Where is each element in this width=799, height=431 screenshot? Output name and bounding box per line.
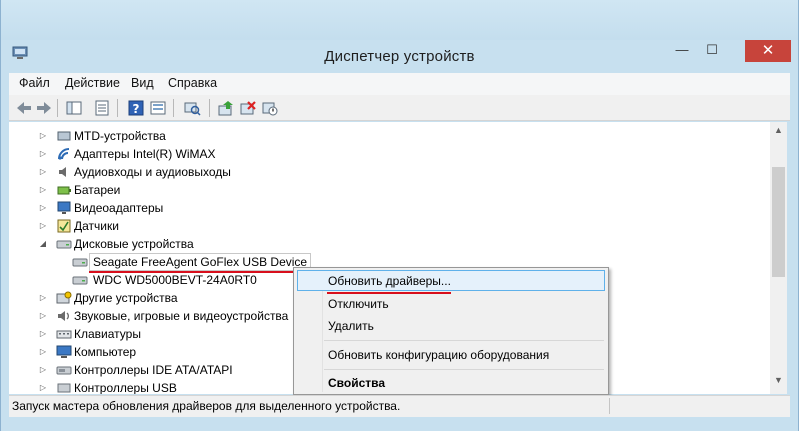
- tree-node-audio-io[interactable]: ▷ Аудиовходы и аудиовыходы: [9, 163, 749, 181]
- expand-arrow-icon[interactable]: ▷: [38, 217, 48, 235]
- context-menu: Обновить драйверы... Отключить Удалить О…: [293, 267, 609, 395]
- tree-node-label: Датчики: [74, 219, 119, 233]
- status-text: Запуск мастера обновления драйверов для …: [12, 399, 401, 413]
- unknown-device-icon: [56, 291, 72, 304]
- scan-hardware-menu-item[interactable]: Обновить конфигурацию оборудования: [328, 348, 549, 362]
- forward-arrow-icon[interactable]: [35, 99, 53, 117]
- expand-arrow-icon[interactable]: ▷: [38, 199, 48, 217]
- tree-node-label: Видеоадаптеры: [74, 201, 164, 215]
- menu-bar: Файл Действие Вид Справка: [9, 73, 790, 95]
- tree-node-label: Батареи: [74, 183, 121, 197]
- status-divider: [609, 398, 610, 414]
- sensor-icon: [57, 219, 71, 233]
- disable-menu-item[interactable]: Отключить: [328, 297, 389, 311]
- expand-arrow-icon[interactable]: ▷: [38, 325, 48, 343]
- tree-node-label: Компьютер: [74, 345, 137, 359]
- tree-node-batteries[interactable]: ▷ Батареи: [9, 181, 749, 199]
- expand-arrow-icon[interactable]: ▷: [38, 163, 48, 181]
- tree-node-label: Звуковые, игровые и видеоустройства: [74, 309, 289, 323]
- speaker-icon: [59, 167, 66, 177]
- scroll-down-icon[interactable]: ▼: [770, 372, 787, 389]
- toolbar-separator: [209, 99, 210, 117]
- expand-arrow-icon[interactable]: ▷: [38, 145, 48, 163]
- minimize-button[interactable]: —: [668, 40, 696, 60]
- properties-menu-item[interactable]: Свойства: [328, 376, 385, 390]
- scroll-up-icon[interactable]: ▲: [770, 122, 787, 139]
- disable-device-icon[interactable]: [261, 99, 279, 117]
- expand-arrow-icon[interactable]: ▷: [38, 181, 48, 199]
- tree-node-label: Аудиовходы и аудиовыходы: [74, 165, 231, 179]
- title-bar: [1, 0, 798, 40]
- back-arrow-icon[interactable]: [15, 99, 33, 117]
- tree-node-display-adapters[interactable]: ▷ Видеоадаптеры: [9, 199, 749, 217]
- console-tree-icon[interactable]: [65, 99, 83, 117]
- vertical-scrollbar[interactable]: ▲ ▼: [770, 122, 787, 394]
- help-icon[interactable]: ?: [127, 99, 145, 117]
- highlight-underline: [327, 292, 451, 294]
- menu-separator: [324, 340, 604, 341]
- uninstall-device-icon[interactable]: [239, 99, 257, 117]
- update-drivers-menu-item[interactable]: Обновить драйверы...: [328, 274, 451, 288]
- status-bar: Запуск мастера обновления драйверов для …: [9, 395, 790, 417]
- scan-hardware-icon[interactable]: [183, 99, 201, 117]
- collapse-arrow-icon[interactable]: ◢: [38, 235, 48, 253]
- ide-controller-icon: [56, 366, 72, 375]
- properties-icon[interactable]: [93, 99, 111, 117]
- battery-icon: [57, 186, 71, 195]
- tree-node-disk-drives[interactable]: ◢ Дисковые устройства: [9, 235, 749, 253]
- usb-controller-icon: [57, 383, 71, 393]
- menu-action[interactable]: Действие: [65, 76, 120, 90]
- expand-arrow-icon[interactable]: ▷: [38, 307, 48, 325]
- tree-node-label-selected: Seagate FreeAgent GoFlex USB Device: [89, 253, 312, 271]
- expand-arrow-icon[interactable]: ▷: [38, 361, 48, 379]
- tree-node-wimax[interactable]: ▷ Адаптеры Intel(R) WiMAX: [9, 145, 749, 163]
- show-hidden-icon[interactable]: [149, 99, 167, 117]
- mtd-icon: [57, 131, 71, 141]
- expand-arrow-icon[interactable]: ▷: [38, 379, 48, 394]
- keyboard-icon: [56, 330, 72, 339]
- expand-arrow-icon[interactable]: ▷: [38, 343, 48, 361]
- tree-node-label: Контроллеры IDE ATA/ATAPI: [74, 363, 233, 377]
- toolbar: ?: [9, 95, 790, 121]
- tree-node-label: MTD-устройства: [74, 129, 166, 143]
- display-adapter-icon: [57, 201, 71, 214]
- tree-node-sensors[interactable]: ▷ Датчики: [9, 217, 749, 235]
- disk-drive-icon: [72, 276, 88, 285]
- tree-node-label: Дисковые устройства: [74, 237, 194, 251]
- tree-node-label: Клавиатуры: [74, 327, 141, 341]
- uninstall-menu-item[interactable]: Удалить: [328, 319, 374, 333]
- svg-text:?: ?: [133, 102, 140, 116]
- scroll-thumb[interactable]: [772, 167, 785, 277]
- update-driver-icon[interactable]: [217, 99, 235, 117]
- computer-icon: [56, 345, 72, 358]
- device-manager-window: Диспетчер устройств — ☐ ✕ Файл Действие …: [0, 0, 799, 431]
- tree-node-label: Адаптеры Intel(R) WiMAX: [74, 147, 216, 161]
- tree-node-label: Контроллеры USB: [74, 381, 177, 394]
- toolbar-separator: [173, 99, 174, 117]
- close-button[interactable]: ✕: [745, 40, 791, 62]
- wimax-icon: [58, 148, 70, 160]
- disk-drive-icon: [56, 240, 72, 249]
- sound-icon: [58, 311, 69, 321]
- expand-arrow-icon[interactable]: ▷: [38, 289, 48, 307]
- toolbar-separator: [117, 99, 118, 117]
- menu-file[interactable]: Файл: [19, 76, 50, 90]
- menu-separator: [324, 369, 604, 370]
- tree-node-label: Другие устройства: [74, 291, 178, 305]
- toolbar-separator: [57, 99, 58, 117]
- menu-help[interactable]: Справка: [168, 76, 217, 90]
- tree-node-label: WDC WD5000BEVT-24A0RT0: [93, 273, 257, 287]
- maximize-button[interactable]: ☐: [698, 40, 726, 60]
- expand-arrow-icon[interactable]: ▷: [38, 127, 48, 145]
- menu-view[interactable]: Вид: [131, 76, 154, 90]
- disk-drive-icon: [72, 258, 88, 267]
- tree-node-mtd[interactable]: ▷ MTD-устройства: [9, 127, 749, 145]
